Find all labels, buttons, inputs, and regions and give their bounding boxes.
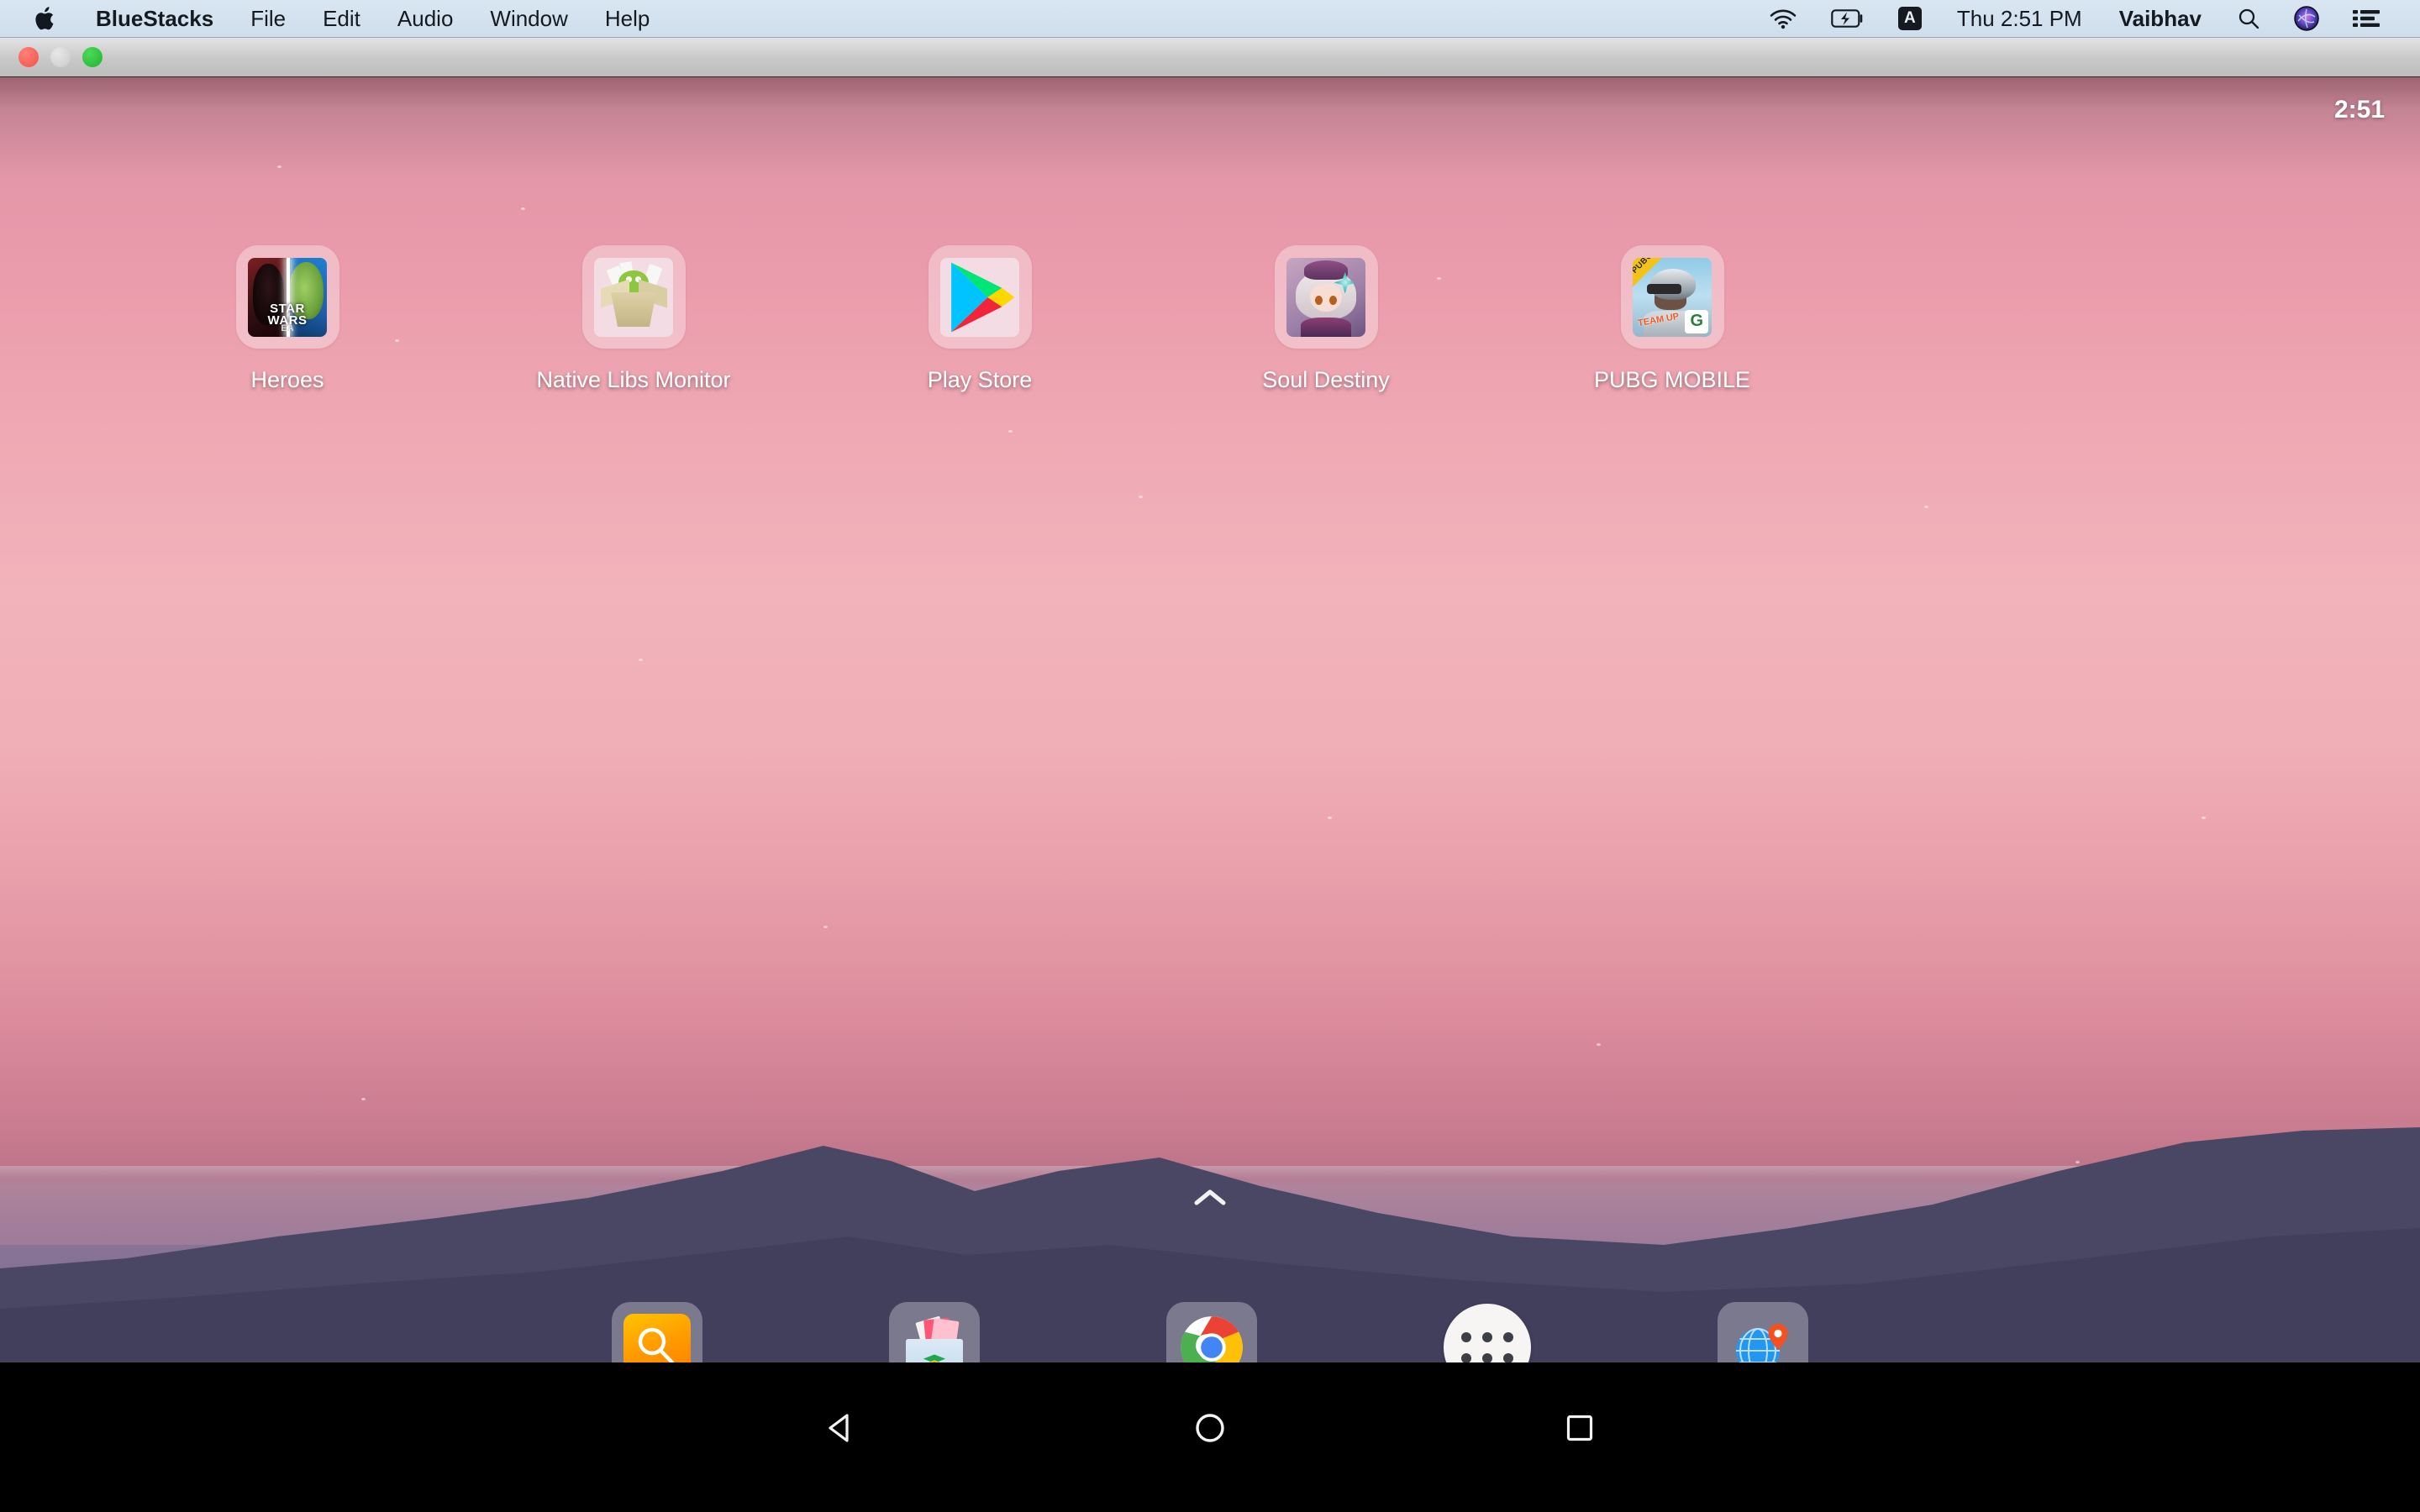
bluestacks-android-screen: 2:51 STAR WARS EA Heroes Native Libs Mon…: [0, 77, 2420, 1512]
android-status-clock: 2:51: [2333, 96, 2385, 123]
siri-icon[interactable]: [2277, 0, 2336, 38]
home-circle-icon[interactable]: [1025, 1394, 1395, 1462]
recents-square-icon[interactable]: [1395, 1394, 1765, 1462]
app-label-play-store: Play Store: [927, 367, 1033, 392]
input-source-label: A: [1897, 7, 1922, 30]
app-drawer-dots: [1461, 1331, 1513, 1363]
android-navigation-bar: [0, 1362, 2420, 1512]
pubg-tencent-label: G: [1685, 309, 1709, 333]
zoom-button[interactable]: [82, 47, 103, 67]
app-item-pubg-mobile[interactable]: PUBG TEAM UP G PUBG MOBILE: [1499, 245, 1845, 393]
menu-window[interactable]: Window: [471, 0, 586, 38]
minimize-button[interactable]: [50, 47, 71, 67]
app-label-native-libs-monitor: Native Libs Monitor: [536, 367, 731, 392]
menu-file[interactable]: File: [232, 0, 304, 38]
home-app-grid: STAR WARS EA Heroes Native Libs Monitor …: [0, 245, 2420, 393]
app-item-native-libs-monitor[interactable]: Native Libs Monitor: [460, 245, 807, 393]
native-libs-monitor-icon[interactable]: [581, 245, 686, 349]
google-play-store-icon[interactable]: [928, 245, 1032, 349]
menubar-username[interactable]: Vaibhav: [2101, 0, 2220, 38]
app-item-heroes[interactable]: STAR WARS EA Heroes: [114, 245, 460, 393]
input-source-icon[interactable]: A: [1881, 0, 1939, 38]
heroes-publisher-label: EA: [281, 323, 294, 334]
menubar-clock[interactable]: Thu 2:51 PM: [1939, 0, 2101, 38]
menu-help[interactable]: Help: [587, 0, 668, 38]
app-item-soul-destiny[interactable]: Soul Destiny: [1153, 245, 1499, 393]
menu-edit[interactable]: Edit: [304, 0, 379, 38]
app-label-soul-destiny: Soul Destiny: [1262, 367, 1390, 392]
apple-logo-icon[interactable]: [34, 5, 77, 32]
menu-audio[interactable]: Audio: [379, 0, 472, 38]
soul-destiny-icon[interactable]: [1274, 245, 1378, 349]
back-triangle-icon[interactable]: [655, 1394, 1025, 1462]
app-label-pubg-mobile: PUBG MOBILE: [1593, 367, 1751, 392]
control-center-icon[interactable]: [2336, 0, 2396, 38]
app-item-play-store[interactable]: Play Store: [807, 245, 1153, 393]
wifi-icon[interactable]: [1752, 0, 1814, 38]
menubar-status-area: A Thu 2:51 PM Vaibhav: [1752, 0, 2396, 38]
spotlight-search-icon[interactable]: [2220, 0, 2277, 38]
chevron-up-icon[interactable]: [1192, 1186, 1228, 1208]
app-label-heroes: Heroes: [250, 367, 324, 392]
menu-bluestacks[interactable]: BlueStacks: [77, 0, 232, 38]
macos-menubar: BlueStacks File Edit Audio Window Help A…: [0, 0, 2420, 38]
battery-charging-icon[interactable]: [1814, 0, 1881, 38]
star-wars-heroes-icon[interactable]: STAR WARS EA: [235, 245, 339, 349]
close-button[interactable]: [18, 47, 39, 67]
pubg-mobile-icon[interactable]: PUBG TEAM UP G: [1620, 245, 1724, 349]
menubar-left: BlueStacks File Edit Audio Window Help: [34, 0, 668, 38]
window-titlebar[interactable]: [0, 38, 2420, 77]
